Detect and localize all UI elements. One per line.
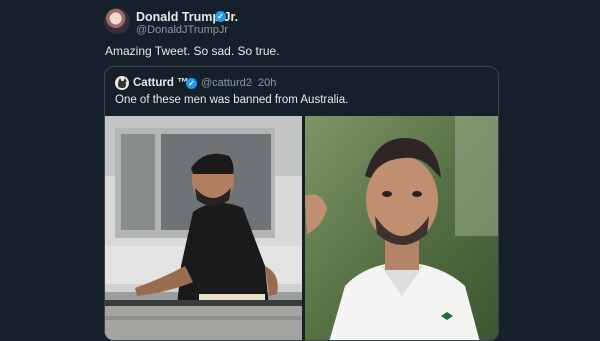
man-on-balcony-illustration bbox=[105, 116, 302, 340]
separator-dot: · bbox=[250, 77, 254, 89]
quote-author-handle[interactable]: @catturd2 bbox=[201, 77, 252, 89]
tennis-player-illustration bbox=[305, 116, 498, 340]
verified-badge-icon: ✓ bbox=[215, 11, 226, 22]
verified-badge-icon: ✓ bbox=[186, 78, 197, 89]
author-avatar[interactable] bbox=[104, 8, 130, 34]
quote-text: One of these men was banned from Austral… bbox=[115, 94, 349, 106]
photo-man-on-balcony[interactable] bbox=[105, 116, 302, 340]
tweet: Donald Trump Jr. ✓ @DonaldJTrumpJr Amazi… bbox=[0, 0, 600, 341]
photo-tennis-player[interactable] bbox=[305, 116, 498, 340]
tweet-text: Amazing Tweet. So sad. So true. bbox=[105, 44, 280, 58]
quote-author-avatar[interactable] bbox=[115, 76, 129, 90]
author-handle[interactable]: @DonaldJTrumpJr bbox=[136, 24, 228, 36]
quote-author-name[interactable]: Catturd ™ bbox=[133, 77, 189, 89]
quote-timestamp[interactable]: 20h bbox=[258, 77, 276, 89]
quoted-tweet-card[interactable]: Catturd ™ ✓ @catturd2 · 20h One of these… bbox=[104, 66, 499, 341]
